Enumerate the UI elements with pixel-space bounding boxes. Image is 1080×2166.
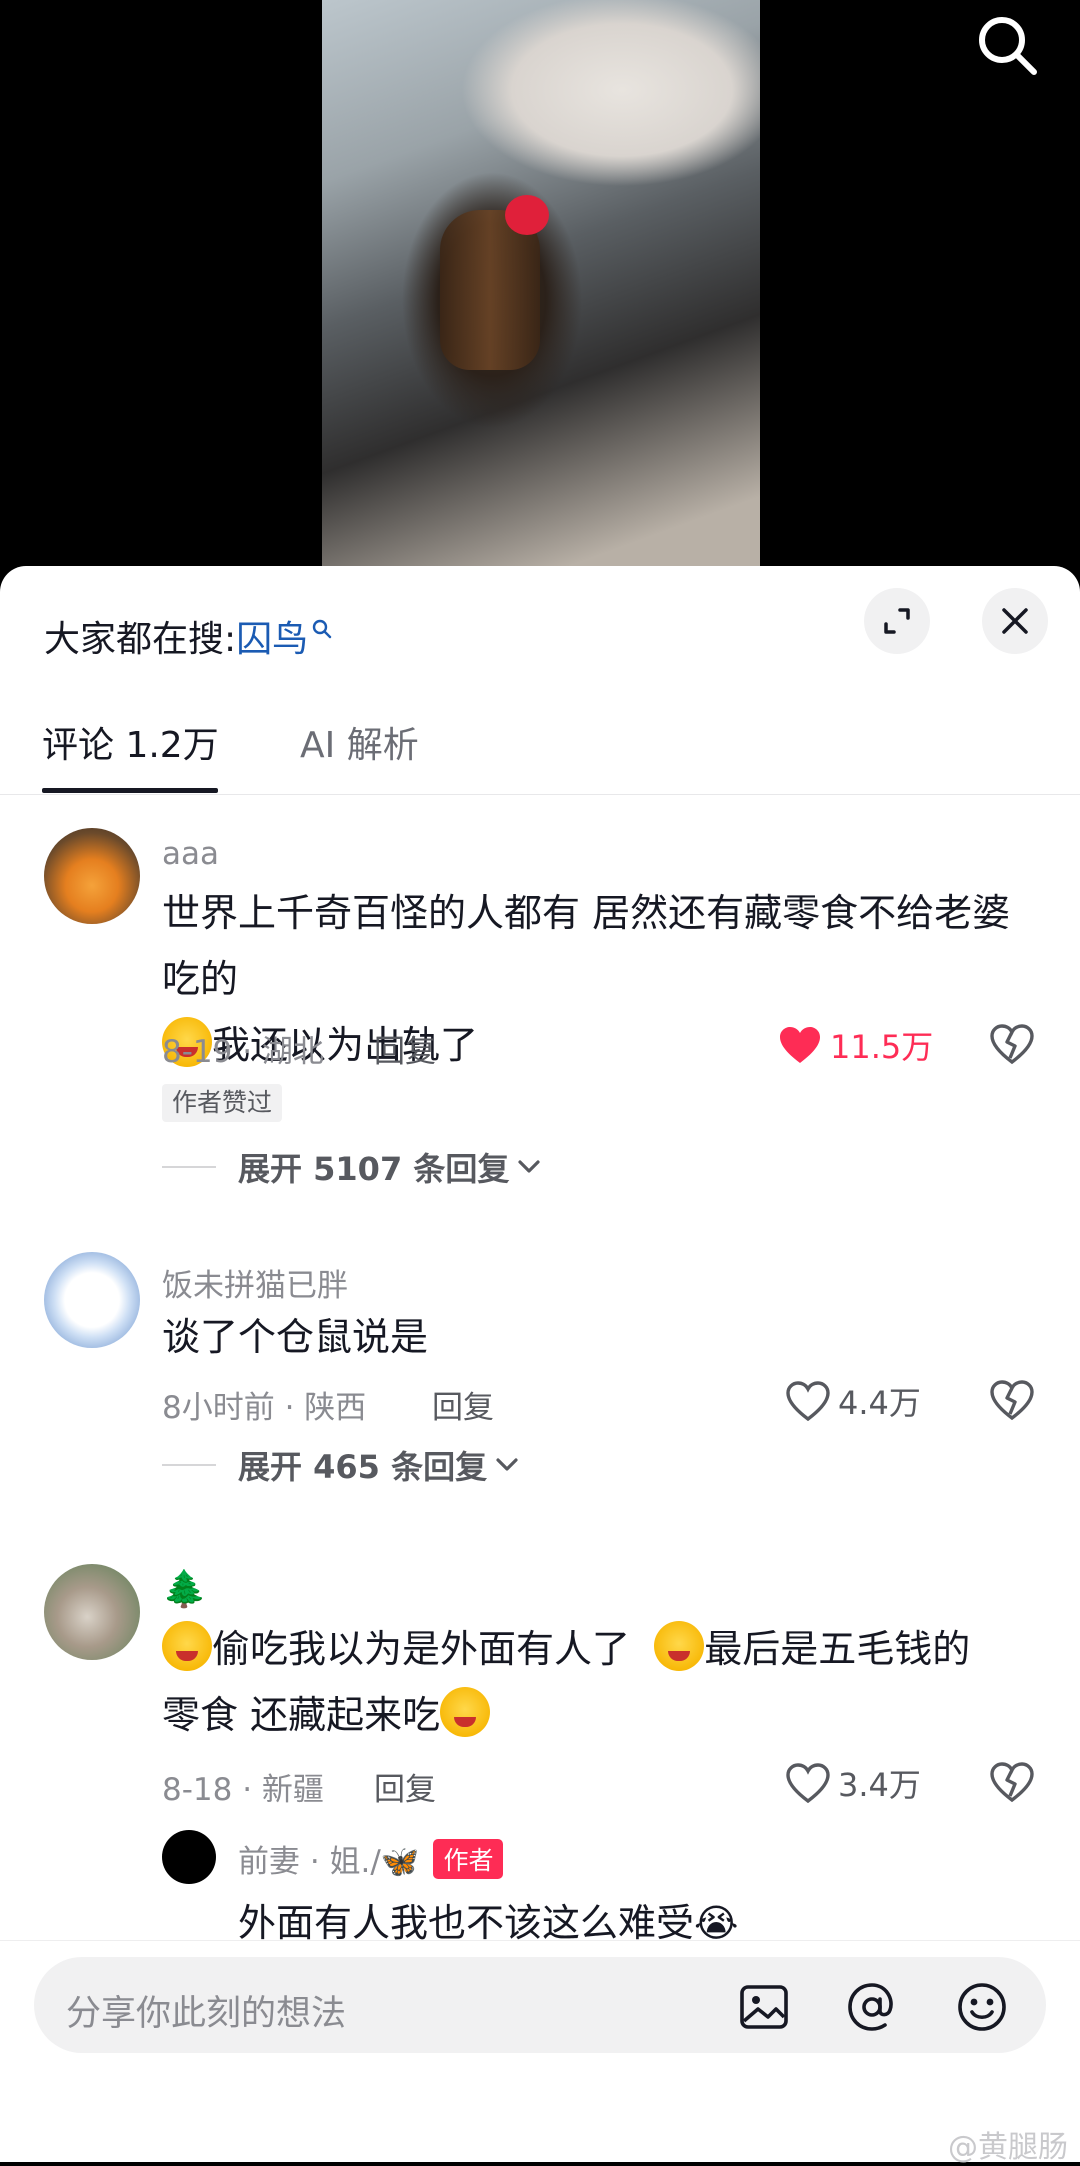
avatar[interactable]: [162, 1830, 216, 1884]
tab-indicator: [42, 788, 218, 793]
mention-icon[interactable]: [844, 1979, 900, 2035]
divider-line: [162, 1166, 216, 1168]
video-bottle-cap: [505, 195, 549, 235]
expand-replies-button[interactable]: 展开 465 条回复: [162, 1442, 519, 1488]
laugh-cry-emoji: [162, 1621, 212, 1671]
comment-input-placeholder: 分享你此刻的想法: [66, 1994, 347, 2034]
comment-input-bar: 分享你此刻的想法: [0, 1940, 1080, 2162]
comment-text-part: 世界上千奇百怪的人都有 居然还有藏零食不给老婆吃的: [162, 891, 1011, 1001]
comment-meta: 8小时前 · 陕西: [162, 1390, 367, 1426]
dislike-icon[interactable]: [990, 1024, 1034, 1066]
heart-filled-icon: [780, 1027, 820, 1063]
laugh-cry-emoji: [654, 1621, 705, 1671]
avatar[interactable]: [44, 1252, 140, 1348]
watermark: @黄腿肠: [948, 2130, 1068, 2165]
reply-button[interactable]: 回复: [374, 1764, 436, 1809]
avatar[interactable]: [44, 1564, 140, 1660]
video-frame: [322, 0, 760, 570]
divider-line: [162, 1464, 216, 1466]
comment-text-part: 谈了个仓鼠说是: [162, 1315, 429, 1359]
author-liked-badge: 作者赞过: [162, 1084, 283, 1122]
dislike-icon[interactable]: [990, 1380, 1034, 1422]
video-player[interactable]: [0, 0, 1080, 570]
laugh-cry-emoji: [440, 1687, 491, 1737]
hot-search[interactable]: 大家都在搜: 囚鸟: [44, 606, 332, 666]
close-button[interactable]: [982, 588, 1048, 654]
sub-reply-username[interactable]: 前妻 · 姐./🦋: [238, 1836, 419, 1881]
comment-sheet: 大家都在搜: 囚鸟 评论 1.2万 AI 解析 aaa 世界上千奇百怪的人都有 …: [0, 566, 1080, 2162]
expand-replies-label: 展开 5107 条回复: [238, 1150, 510, 1188]
sub-reply-user: 前妻 · 姐./🦋 作者: [238, 1836, 504, 1881]
avatar[interactable]: [44, 828, 140, 924]
chevron-down-icon: [496, 1458, 518, 1471]
expand-icon: [884, 608, 910, 634]
like-count: 11.5万: [830, 1028, 934, 1066]
tab-comments[interactable]: 评论 1.2万: [42, 716, 219, 768]
comment-input[interactable]: 分享你此刻的想法: [34, 1957, 1046, 2053]
emoji-icon[interactable]: [954, 1979, 1010, 2035]
comment-text-part: 偷吃我以为是外面有人了: [212, 1627, 631, 1671]
comment-text-part: 最后是五毛钱的: [704, 1627, 971, 1671]
dislike-icon[interactable]: [990, 1762, 1034, 1804]
like-count: 4.4万: [838, 1384, 921, 1422]
author-tag: 作者: [433, 1838, 504, 1879]
reply-button[interactable]: 回复: [432, 1382, 494, 1427]
heart-outline-icon: [786, 1381, 830, 1421]
close-icon: [1002, 608, 1028, 634]
like-button[interactable]: 11.5万: [778, 1022, 933, 1068]
like-button[interactable]: 3.4万: [786, 1760, 921, 1806]
comment-text: 谈了个仓鼠说是: [162, 1304, 1022, 1370]
image-icon[interactable]: [736, 1979, 792, 2035]
expand-button[interactable]: [864, 588, 930, 654]
comment-meta: 8-19 · 湖北: [162, 1034, 324, 1070]
small-search-icon: [312, 619, 332, 639]
reply-button[interactable]: 回复: [374, 1026, 436, 1071]
chevron-down-icon: [518, 1160, 540, 1173]
comment-text: 偷吃我以为是外面有人了 最后是五毛钱的零食 还藏起来吃: [162, 1616, 1022, 1748]
comment-username[interactable]: 🌲: [162, 1568, 207, 1610]
expand-replies-label: 展开 465 条回复: [238, 1448, 488, 1486]
comment-text-part: 零食 还藏起来吃: [162, 1693, 441, 1737]
sub-reply-text: 外面有人我也不该这么难受😭: [238, 1901, 739, 1945]
expand-replies-button[interactable]: 展开 5107 条回复: [162, 1144, 541, 1190]
tab-ai-analysis[interactable]: AI 解析: [300, 716, 419, 768]
comment-meta: 8-18 · 新疆: [162, 1772, 324, 1808]
like-button[interactable]: 4.4万: [786, 1378, 921, 1424]
hot-search-label: 大家都在搜:: [44, 619, 237, 660]
tab-bar: 评论 1.2万 AI 解析: [0, 696, 1080, 795]
comment-username[interactable]: 饭未拼猫已胖: [162, 1260, 348, 1305]
search-icon[interactable]: [972, 10, 1042, 80]
heart-outline-icon: [786, 1763, 830, 1803]
hot-search-term[interactable]: 囚鸟: [236, 610, 308, 662]
like-count: 3.4万: [838, 1766, 921, 1804]
comment-username[interactable]: aaa: [162, 836, 219, 872]
